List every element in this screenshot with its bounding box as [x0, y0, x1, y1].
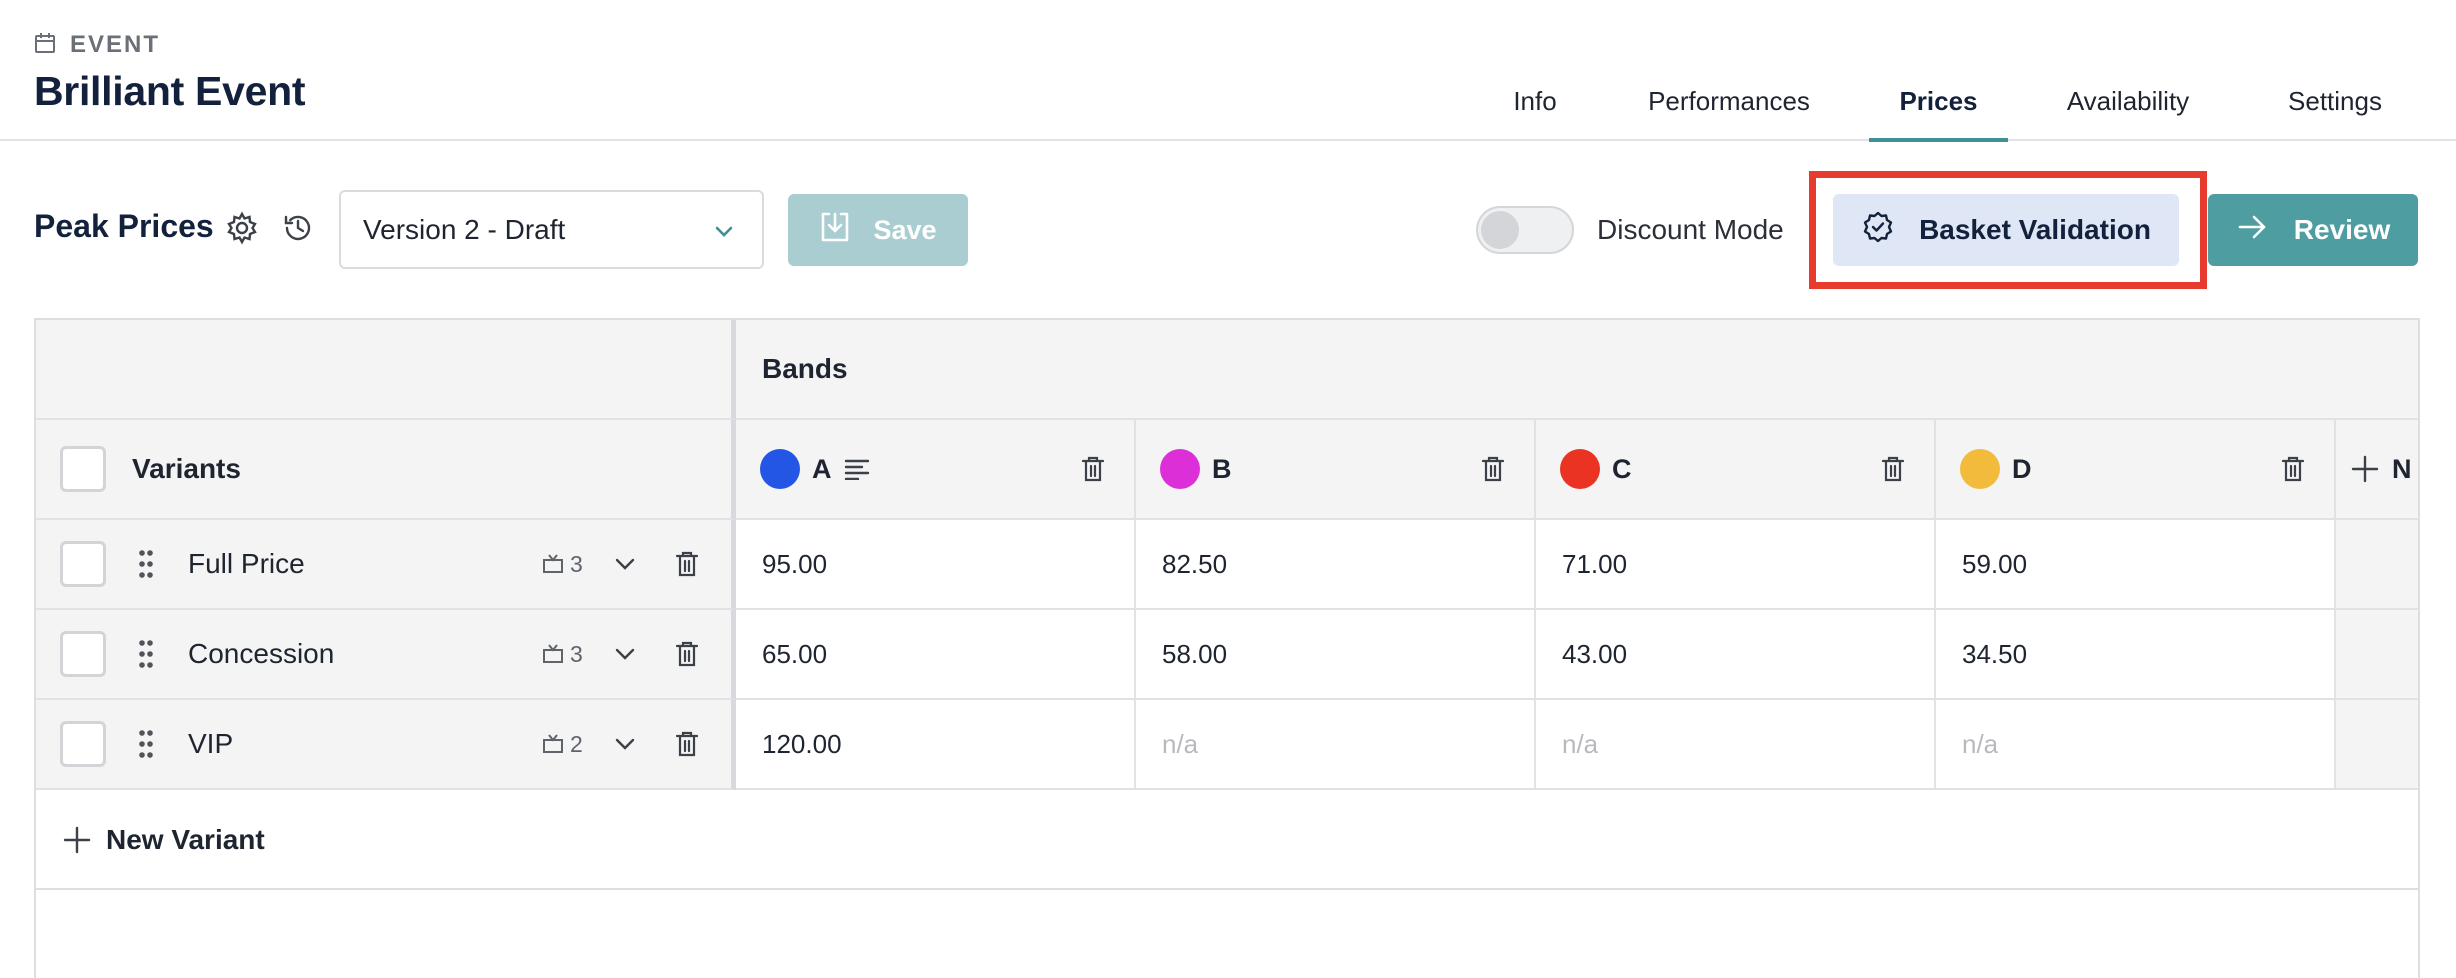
delete-band-icon[interactable] — [1482, 456, 1504, 482]
variant-row-full-price: Full Price 3 — [36, 520, 736, 610]
page-header: EVENT Brilliant Event Info Performances … — [0, 0, 2456, 142]
price-cell[interactable]: 65.00 — [736, 610, 1136, 700]
eyebrow: EVENT — [34, 28, 160, 62]
chevron-down-icon[interactable] — [612, 731, 638, 757]
variant-name: Concession — [188, 638, 335, 669]
row-checkbox[interactable] — [60, 541, 106, 587]
price-cell[interactable]: 58.00 — [1136, 610, 1536, 700]
variants-header: Variants — [36, 420, 736, 520]
empty-cell — [2336, 610, 2418, 700]
tab-performances[interactable]: Performances — [1633, 70, 1825, 141]
badge-check-icon — [1861, 210, 1895, 251]
tab-settings[interactable]: Settings — [2270, 70, 2400, 141]
new-variant-button[interactable]: New Variant — [36, 792, 2418, 890]
drag-handle-icon[interactable] — [138, 549, 154, 579]
variants-header-label: Variants — [132, 453, 241, 484]
performance-count-value: 2 — [570, 730, 583, 757]
delete-variant-icon[interactable] — [676, 731, 698, 757]
select-all-checkbox[interactable] — [60, 446, 106, 492]
price-cell-na[interactable]: n/a — [1936, 700, 2336, 790]
delete-variant-icon[interactable] — [676, 641, 698, 667]
corner-cell — [36, 320, 736, 420]
variant-name: Full Price — [188, 548, 305, 579]
band-name: D — [2012, 453, 2032, 484]
version-select[interactable]: Version 2 - Draft — [339, 190, 764, 269]
variant-row-concession: Concession 3 — [36, 610, 736, 700]
chevron-down-icon — [712, 218, 736, 250]
new-band-button[interactable]: N — [2336, 420, 2418, 520]
eyebrow-label: EVENT — [70, 31, 161, 58]
band-header-a: A — [736, 420, 1136, 520]
plus-icon — [62, 825, 92, 855]
price-cell[interactable]: 82.50 — [1136, 520, 1536, 610]
variant-name: VIP — [188, 728, 234, 759]
price-cell[interactable]: 120.00 — [736, 700, 1136, 790]
history-icon[interactable] — [280, 210, 316, 246]
chevron-down-icon[interactable] — [612, 641, 638, 667]
delete-band-icon[interactable] — [2282, 456, 2304, 482]
performance-count[interactable]: 3 — [542, 551, 583, 578]
basket-validation-button[interactable]: Basket Validation — [1833, 194, 2179, 266]
tab-prices[interactable]: Prices — [1869, 70, 2008, 142]
price-cell[interactable]: 34.50 — [1936, 610, 2336, 700]
price-grid: Bands Variants A B C D N Full Price 3 95… — [34, 318, 2420, 978]
band-name: C — [1612, 453, 1632, 484]
tv-icon — [542, 554, 564, 574]
save-icon — [819, 211, 851, 250]
empty-cell — [2336, 700, 2418, 790]
new-variant-label: New Variant — [106, 824, 265, 855]
calendar-icon — [34, 32, 56, 59]
gear-icon[interactable] — [224, 210, 260, 246]
arrow-right-icon — [2236, 211, 2268, 250]
row-checkbox[interactable] — [60, 721, 106, 767]
save-button[interactable]: Save — [788, 194, 968, 266]
price-cell-na[interactable]: n/a — [1136, 700, 1536, 790]
variant-row-vip: VIP 2 — [36, 700, 736, 790]
band-color-dot — [1160, 449, 1200, 489]
version-select-value: Version 2 - Draft — [363, 213, 566, 245]
band-color-dot — [1560, 449, 1600, 489]
new-band-label: N — [2392, 453, 2412, 484]
performance-count-value: 3 — [570, 550, 583, 577]
page-title: Brilliant Event — [34, 68, 306, 114]
discount-mode-toggle[interactable] — [1476, 206, 1574, 254]
price-cell[interactable]: 43.00 — [1536, 610, 1936, 700]
price-cell[interactable]: 95.00 — [736, 520, 1136, 610]
price-list-title: Peak Prices — [34, 208, 214, 244]
discount-mode-label: Discount Mode — [1597, 214, 1784, 245]
band-header-b: B — [1136, 420, 1536, 520]
toggle-knob — [1481, 211, 1519, 249]
row-checkbox[interactable] — [60, 631, 106, 677]
review-button[interactable]: Review — [2208, 194, 2418, 266]
band-color-dot — [1960, 449, 2000, 489]
empty-cell — [2336, 520, 2418, 610]
drag-handle-icon[interactable] — [138, 639, 154, 669]
performance-count[interactable]: 2 — [542, 731, 583, 758]
band-color-dot — [760, 449, 800, 489]
band-header-c: C — [1536, 420, 1936, 520]
chevron-down-icon[interactable] — [612, 551, 638, 577]
tv-icon — [542, 734, 564, 754]
band-name: B — [1212, 453, 1232, 484]
plus-icon — [2350, 454, 2380, 484]
bands-header: Bands — [736, 320, 2418, 420]
tab-availability[interactable]: Availability — [2048, 70, 2208, 141]
save-button-label: Save — [873, 214, 937, 245]
performance-count-value: 3 — [570, 640, 583, 667]
drag-handle-icon[interactable] — [138, 729, 154, 759]
band-header-d: D — [1936, 420, 2336, 520]
notes-icon[interactable] — [844, 458, 870, 480]
basket-validation-label: Basket Validation — [1919, 214, 2151, 245]
delete-variant-icon[interactable] — [676, 551, 698, 577]
delete-band-icon[interactable] — [1082, 456, 1104, 482]
tab-info[interactable]: Info — [1495, 70, 1575, 141]
delete-band-icon[interactable] — [1882, 456, 1904, 482]
band-name: A — [812, 453, 832, 484]
tv-icon — [542, 644, 564, 664]
price-cell[interactable]: 59.00 — [1936, 520, 2336, 610]
performance-count[interactable]: 3 — [542, 641, 583, 668]
review-button-label: Review — [2293, 214, 2391, 245]
price-cell-na[interactable]: n/a — [1536, 700, 1936, 790]
price-cell[interactable]: 71.00 — [1536, 520, 1936, 610]
